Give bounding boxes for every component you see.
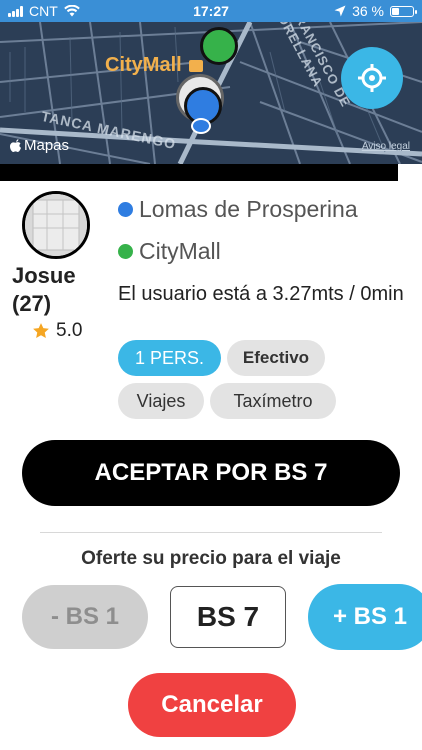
map-poi-label: CityMall xyxy=(105,54,204,77)
battery-icon xyxy=(390,5,417,17)
passenger-rating: 5.0 xyxy=(32,320,82,342)
shopping-bag-icon xyxy=(189,59,204,72)
avatar xyxy=(22,191,90,259)
location-arrow-icon xyxy=(334,5,346,17)
star-icon xyxy=(33,323,49,338)
map-view[interactable]: TANCA MARENGO FRANCISCO DE ORELLANA City… xyxy=(0,22,422,164)
locate-me-button[interactable] xyxy=(341,47,403,109)
crosshair-icon xyxy=(358,64,386,92)
origin-address: Lomas de Prosperina xyxy=(139,196,358,222)
payment-chip: Efectivo xyxy=(227,340,325,376)
destination-row: CityMall xyxy=(118,238,221,265)
passenger-trip-count: (27) xyxy=(12,291,52,316)
apple-logo-icon xyxy=(10,138,21,152)
accept-offer-button[interactable]: ACEPTAR POR BS 7 xyxy=(22,440,400,506)
decrease-price-button[interactable]: - BS 1 xyxy=(22,585,148,649)
battery-percentage: 36 % xyxy=(352,3,384,19)
destination-pin[interactable] xyxy=(200,27,238,65)
increase-price-button[interactable]: + BS 1 xyxy=(308,584,422,650)
distance-text: El usuario está a 3.27mts / 0min xyxy=(118,283,404,305)
cancel-button[interactable]: Cancelar xyxy=(128,673,296,737)
passenger-name: Josue xyxy=(12,263,76,288)
divider xyxy=(40,532,382,533)
offer-title: Oferte su precio para el viaje xyxy=(81,548,341,569)
destination-address: CityMall xyxy=(139,238,221,264)
trips-chip: Viajes xyxy=(118,383,204,419)
map-bottom-bar xyxy=(0,164,422,181)
origin-dot-icon xyxy=(118,202,133,217)
maps-attribution: Mapas xyxy=(10,137,69,154)
persons-chip: 1 PERS. xyxy=(118,340,221,376)
origin-row: Lomas de Prosperina xyxy=(118,196,358,223)
taximeter-chip: Taxímetro xyxy=(210,383,336,419)
status-bar: CNT 17:27 36 % xyxy=(0,0,422,22)
destination-dot-icon xyxy=(118,244,133,259)
price-field[interactable]: BS 7 xyxy=(170,586,286,648)
avatar-photo xyxy=(25,194,87,256)
user-location-dot xyxy=(191,118,211,134)
legal-link[interactable]: Aviso legal xyxy=(362,141,410,152)
